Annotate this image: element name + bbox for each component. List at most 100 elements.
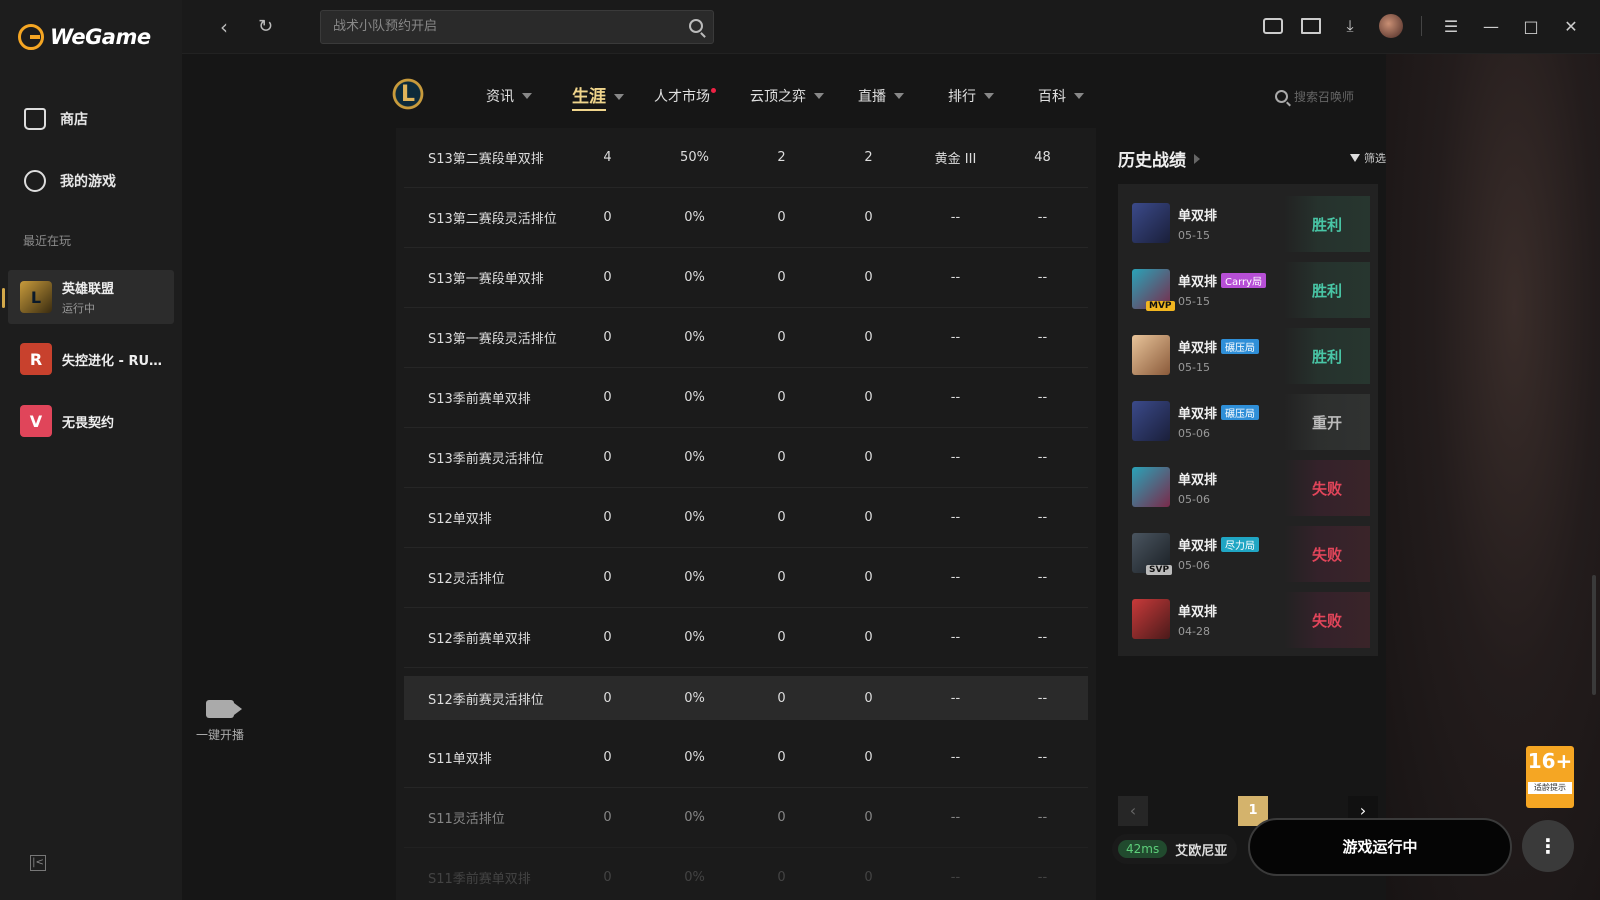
search-input[interactable]: 战术小队预约开启	[320, 10, 714, 44]
table-cell: --	[950, 630, 961, 645]
table-cell: --	[1037, 750, 1048, 765]
match-info: 单双排 05-15	[1178, 205, 1282, 242]
table-row[interactable]: S12季前赛灵活排位 0 0% 0 0 -- --	[404, 676, 1088, 720]
table-row[interactable]: S11灵活排位 0 0% 0 0 -- --	[404, 788, 1088, 848]
table-row[interactable]: S13第一赛段单双排 0 0% 0 0 -- --	[404, 248, 1088, 308]
table-cell: 0	[777, 810, 786, 825]
avatar[interactable]	[1379, 14, 1403, 38]
lol-game-icon: L	[20, 281, 52, 313]
tab-ranking[interactable]: 排行	[948, 86, 994, 106]
table-row[interactable]: S13第二赛段单双排 4 50% 2 2 黄金 III 48	[404, 128, 1088, 188]
game-running-button[interactable]: 游戏运行中	[1248, 818, 1512, 876]
table-cell: 0	[603, 270, 612, 285]
match-info: 单双排 碾压局 05-06	[1178, 403, 1282, 440]
table-row[interactable]: S11单双排 0 0% 0 0 -- --	[404, 728, 1088, 788]
match-tag: 碾压局	[1221, 338, 1260, 354]
age-rating-badge[interactable]: 16+ 适龄提示	[1526, 746, 1574, 808]
tab-label: 生涯	[572, 82, 606, 111]
table-cell: S12季前赛灵活排位	[428, 692, 544, 708]
more-options-icon[interactable]: ⋮	[1522, 820, 1574, 872]
match-info: 单双排 尽力局 05-06	[1178, 535, 1282, 572]
table-row[interactable]: S11季前赛单双排 0 0% 0 0 -- --	[404, 848, 1088, 900]
recent-game-rust[interactable]: R 失控进化 - RUS...	[8, 332, 174, 386]
chevron-down-icon	[894, 93, 904, 99]
filter-label: 筛选	[1364, 152, 1386, 165]
filter-button[interactable]: 筛选	[1350, 150, 1386, 166]
table-row[interactable]: S13第二赛段灵活排位 0 0% 0 0 -- --	[404, 188, 1088, 248]
tab-tft[interactable]: 云顶之弈	[750, 86, 824, 106]
tab-news[interactable]: 资讯	[486, 86, 532, 106]
summoner-search-input[interactable]: 搜索召唤师	[1274, 88, 1354, 105]
one-click-stream-button[interactable]: 一键开播	[190, 700, 250, 743]
table-cell: --	[1037, 450, 1048, 465]
table-cell: S13第一赛段单双排	[428, 272, 544, 287]
tab-wiki[interactable]: 百科	[1038, 86, 1084, 106]
filter-icon	[1350, 154, 1360, 162]
wegame-logo[interactable]: WeGame	[18, 24, 151, 50]
match-type-row: 单双排 尽力局	[1178, 535, 1282, 554]
maximize-icon[interactable]: □	[1520, 16, 1542, 36]
server-status[interactable]: 42ms 艾欧尼亚	[1112, 834, 1238, 864]
game-name: 失控进化 - RUS...	[62, 353, 166, 369]
recent-game-valorant[interactable]: V 无畏契约	[8, 394, 174, 448]
champion-avatar	[1132, 599, 1170, 639]
match-item[interactable]: SVP 单双排 尽力局 05-06 失败	[1118, 520, 1378, 586]
table-row[interactable]: S13第一赛段灵活排位 0 0% 0 0 -- --	[404, 308, 1088, 368]
table-cell: --	[950, 210, 961, 225]
download-icon[interactable]: ⤓	[1339, 16, 1361, 36]
table-cell: 0	[603, 570, 612, 585]
match-item[interactable]: 单双排 碾压局 05-15 胜利	[1118, 322, 1378, 388]
back-icon[interactable]: ‹	[220, 14, 228, 40]
recent-game-lol[interactable]: L 英雄联盟 运行中	[2, 270, 174, 324]
match-item[interactable]: 单双排 04-28 失败	[1118, 586, 1378, 652]
game-name: 无畏契约	[62, 415, 115, 431]
match-info: 单双排 Carry局 05-15	[1178, 271, 1282, 308]
tab-career[interactable]: 生涯	[572, 82, 624, 111]
match-item[interactable]: MVP 单双排 Carry局 05-15 胜利	[1118, 256, 1378, 322]
table-cell: 0	[864, 750, 873, 765]
lol-logo-icon[interactable]: L	[390, 74, 426, 114]
table-cell: 0%	[684, 330, 705, 345]
match-history-title[interactable]: 历史战绩	[1118, 146, 1200, 171]
tab-label: 排行	[948, 89, 976, 105]
match-result: 胜利	[1284, 328, 1370, 384]
chevron-down-icon	[984, 93, 994, 99]
table-cell: 4	[603, 150, 612, 165]
table-cell: 48	[1034, 150, 1051, 165]
chat-icon[interactable]	[1263, 18, 1283, 34]
tab-talent-market[interactable]: 人才市场	[654, 86, 716, 106]
table-cell: 0	[777, 690, 786, 706]
table-row[interactable]: S12单双排 0 0% 0 0 -- --	[404, 488, 1088, 548]
table-row[interactable]: S12灵活排位 0 0% 0 0 -- --	[404, 548, 1088, 608]
match-item[interactable]: 单双排 05-15 胜利	[1118, 190, 1378, 256]
scrollbar[interactable]	[1592, 575, 1596, 695]
table-cell: --	[950, 750, 961, 765]
menu-icon[interactable]: ☰	[1440, 16, 1462, 36]
table-cell: 0	[777, 570, 786, 585]
tab-live[interactable]: 直播	[858, 86, 904, 106]
collapse-sidebar-icon[interactable]: |<	[30, 855, 46, 871]
table-cell: 50%	[680, 150, 709, 165]
sidebar-item-my-games[interactable]: 我的游戏	[24, 170, 116, 192]
sidebar-item-store[interactable]: 商店	[24, 108, 88, 130]
table-cell: 0	[864, 330, 873, 345]
search-icon[interactable]	[689, 19, 703, 33]
match-type-row: 单双排 Carry局	[1178, 271, 1282, 290]
chevron-down-icon	[1074, 93, 1084, 99]
mail-icon[interactable]	[1301, 18, 1321, 34]
refresh-icon[interactable]: ↻	[258, 14, 273, 40]
table-cell: 0%	[684, 810, 705, 825]
match-item[interactable]: 单双排 05-06 失败	[1118, 454, 1378, 520]
table-cell: 0%	[684, 690, 705, 706]
chevron-down-icon	[814, 93, 824, 99]
match-result: 重开	[1284, 394, 1370, 450]
prev-page-button[interactable]: ‹	[1118, 796, 1148, 826]
match-result: 失败	[1284, 592, 1370, 648]
table-row[interactable]: S13季前赛灵活排位 0 0% 0 0 -- --	[404, 428, 1088, 488]
table-row[interactable]: S12季前赛单双排 0 0% 0 0 -- --	[404, 608, 1088, 668]
table-row[interactable]: S13季前赛单双排 0 0% 0 0 -- --	[404, 368, 1088, 428]
match-item[interactable]: 单双排 碾压局 05-06 重开	[1118, 388, 1378, 454]
table-cell: 0	[777, 750, 786, 765]
minimize-icon[interactable]: —	[1480, 16, 1502, 36]
close-icon[interactable]: ✕	[1560, 16, 1582, 36]
